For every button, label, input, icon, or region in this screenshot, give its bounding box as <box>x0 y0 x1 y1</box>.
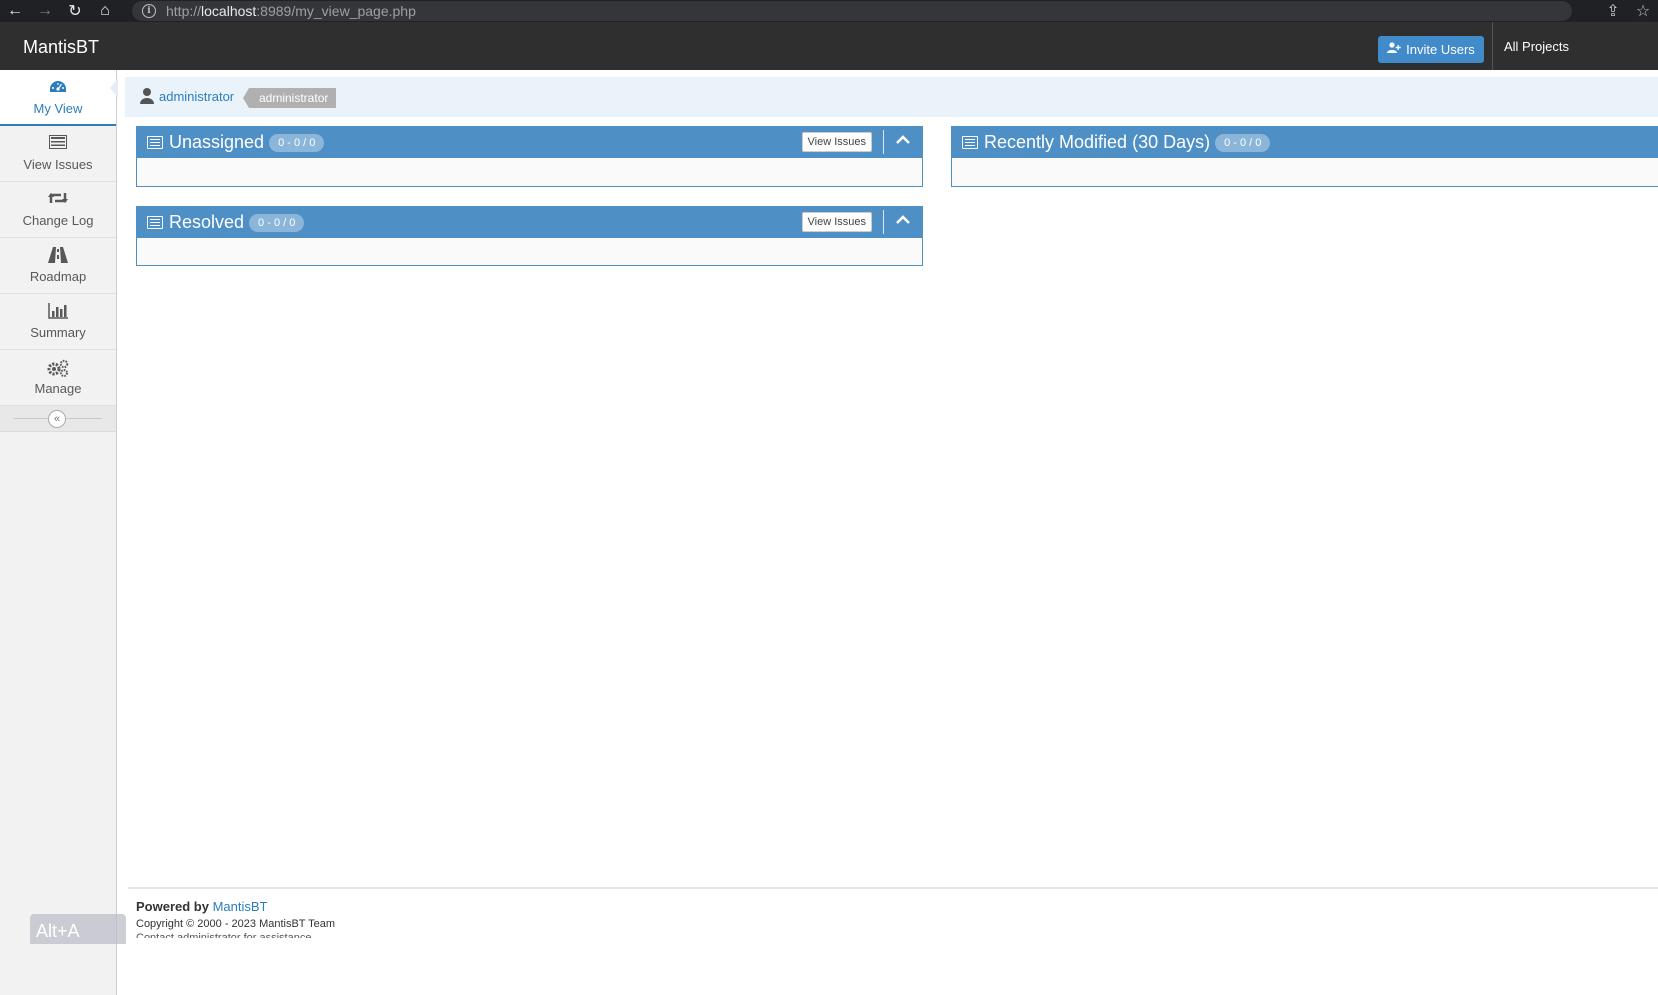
site-info-icon[interactable]: i <box>142 4 156 18</box>
browser-toolbar: ← → ↻ ⌂ i http://localhost:8989/my_view_… <box>0 0 1658 22</box>
widget-title[interactable]: Unassigned <box>169 132 264 153</box>
breadcrumb: administrator administrator <box>125 77 1658 117</box>
user-icon <box>140 87 154 105</box>
sidebar-item-summary[interactable]: Summary <box>0 294 116 350</box>
sidebar-item-my-view[interactable]: My View <box>0 70 118 126</box>
reload-icon[interactable]: ↻ <box>60 0 90 22</box>
project-selector[interactable]: All Projects <box>1504 39 1569 54</box>
view-issues-button[interactable]: View Issues <box>801 212 872 232</box>
view-issues-button[interactable]: View Issues <box>801 132 872 152</box>
sidebar-item-roadmap[interactable]: Roadmap <box>0 238 116 294</box>
sidebar-item-label: Change Log <box>22 213 94 228</box>
sidebar: My View View Issues Change Log Roadmap S… <box>0 70 126 995</box>
widget-title[interactable]: Resolved <box>169 212 244 233</box>
home-icon[interactable]: ⌂ <box>90 0 120 22</box>
widget-header: Unassigned 0 - 0 / 0 View Issues <box>137 127 922 158</box>
powered-by: Powered by MantisBT <box>136 899 335 914</box>
keyboard-shortcut-hint: Alt+A <box>30 914 126 944</box>
user-plus-icon <box>1387 42 1401 57</box>
sidebar-item-label: Summary <box>30 325 86 340</box>
widget-header: Resolved 0 - 0 / 0 View Issues <box>137 207 922 238</box>
brand-logo[interactable]: MantisBT <box>23 37 99 58</box>
sidebar-item-manage[interactable]: Manage <box>0 350 116 406</box>
footer: Powered by MantisBT Copyright © 2000 - 2… <box>136 899 335 938</box>
widget-body <box>137 158 922 186</box>
list-icon <box>962 136 978 149</box>
app-navbar: MantisBT Invite Users All Projects <box>0 22 1658 70</box>
header-separator <box>883 130 884 154</box>
retweet-icon <box>48 191 68 211</box>
dashboard-icon <box>49 79 67 99</box>
share-icon[interactable]: ⇪ <box>1598 0 1628 22</box>
widget-body <box>137 238 922 266</box>
widget-header: Recently Modified (30 Days) 0 - 0 / 0 <box>952 127 1658 158</box>
url-text: http://localhost:8989/my_view_page.php <box>166 3 416 19</box>
powered-by-label: Powered by <box>136 899 209 914</box>
issue-count-badge: 0 - 0 / 0 <box>249 213 305 232</box>
road-icon <box>48 247 68 267</box>
navbar-divider <box>1492 22 1493 70</box>
list-icon <box>49 135 67 155</box>
list-icon <box>147 216 163 229</box>
sidebar-item-label: Roadmap <box>29 269 87 284</box>
sidebar-item-label: My View <box>33 100 83 116</box>
widget-title[interactable]: Recently Modified (30 Days) <box>984 132 1210 153</box>
double-chevron-left-icon[interactable]: « <box>48 410 66 428</box>
widget-resolved: Resolved 0 - 0 / 0 View Issues <box>136 206 923 266</box>
widget-unassigned: Unassigned 0 - 0 / 0 View Issues <box>136 126 923 187</box>
widget-body <box>952 158 1658 186</box>
issue-count-badge: 0 - 0 / 0 <box>269 133 325 152</box>
address-bar[interactable]: i http://localhost:8989/my_view_page.php <box>132 1 1572 21</box>
list-icon <box>147 136 163 149</box>
header-separator <box>883 210 884 234</box>
sidebar-collapse-row: « <box>0 406 116 432</box>
widget-recently-modified: Recently Modified (30 Days) 0 - 0 / 0 <box>951 126 1658 187</box>
chevron-up-icon[interactable] <box>896 132 910 148</box>
mantisbt-link[interactable]: MantisBT <box>213 899 268 914</box>
invite-users-label: Invite Users <box>1406 42 1475 57</box>
issue-count-badge: 0 - 0 / 0 <box>1215 133 1271 152</box>
sidebar-item-label: Manage <box>34 381 82 396</box>
bookmark-star-icon[interactable]: ☆ <box>1628 0 1658 22</box>
sidebar-item-change-log[interactable]: Change Log <box>0 182 116 238</box>
sidebar-item-view-issues[interactable]: View Issues <box>0 126 116 182</box>
bar-chart-icon <box>48 303 68 323</box>
role-badge: administrator <box>242 88 337 108</box>
copyright-text: Copyright © 2000 - 2023 MantisBT Team <box>136 918 336 930</box>
contact-text: Contact administrator for assistance <box>136 932 312 938</box>
footer-divider <box>128 887 1658 889</box>
sidebar-item-label: View Issues <box>23 157 93 172</box>
back-icon[interactable]: ← <box>0 0 30 22</box>
breadcrumb-user-link[interactable]: administrator <box>159 89 234 104</box>
chevron-up-icon[interactable] <box>896 212 910 228</box>
gears-icon <box>47 359 69 379</box>
forward-icon[interactable]: → <box>30 0 60 22</box>
invite-users-button[interactable]: Invite Users <box>1378 36 1484 63</box>
